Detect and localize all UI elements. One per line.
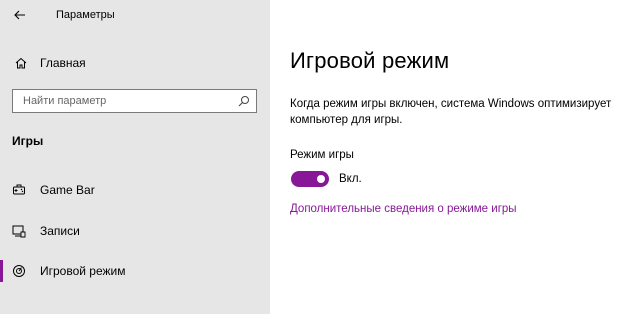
sidebar-item-captures[interactable]: Записи: [0, 216, 270, 246]
content-pane: Игровой режим Когда режим игры включен, …: [270, 0, 640, 314]
game-bar-icon: [13, 184, 25, 195]
toggle-state-text: Вкл.: [339, 173, 362, 185]
home-icon: [15, 57, 27, 69]
title-bar: Параметры: [0, 0, 270, 30]
sidebar-item-label: Записи: [40, 224, 80, 238]
search-box: [12, 89, 257, 113]
toggle-knob: [317, 175, 325, 183]
app-title: Параметры: [56, 9, 115, 21]
sidebar-item-game-mode[interactable]: Игровой режим: [0, 256, 270, 286]
game-mode-icon: [13, 265, 25, 277]
sidebar-item-label: Главная: [40, 56, 86, 70]
sidebar-item-label: Game Bar: [40, 183, 95, 197]
back-arrow-icon: [14, 10, 25, 20]
section-heading: Игры: [12, 134, 44, 148]
toggle-label: Режим игры: [290, 149, 354, 161]
more-info-link[interactable]: Дополнительные сведения о режиме игры: [290, 203, 517, 215]
sidebar-item-game-bar[interactable]: Game Bar: [0, 175, 270, 205]
sidebar-item-home[interactable]: Главная: [0, 50, 270, 76]
sidebar-item-label: Игровой режим: [40, 264, 126, 278]
game-mode-toggle[interactable]: [291, 171, 329, 187]
page-title: Игровой режим: [290, 48, 450, 73]
active-indicator: [0, 260, 3, 282]
captures-icon: [12, 225, 26, 238]
search-icon[interactable]: [238, 95, 250, 107]
search-input[interactable]: [23, 93, 223, 109]
description-text: Когда режим игры включен, система Window…: [290, 98, 612, 126]
sidebar: Параметры Главная Игры Game Bar Зап: [0, 0, 270, 314]
back-button[interactable]: [6, 4, 34, 26]
